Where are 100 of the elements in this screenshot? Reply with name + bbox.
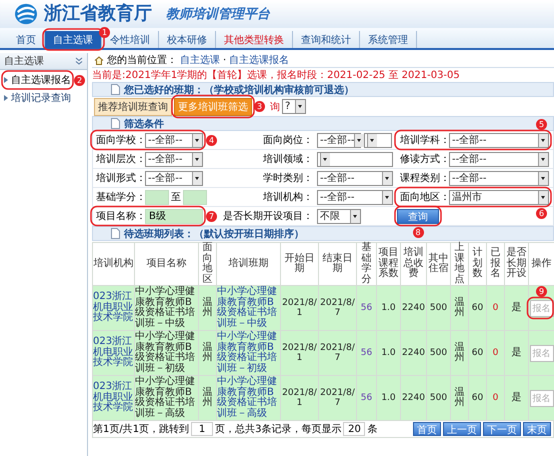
bullet-icon [4,77,8,83]
nav-tab[interactable]: 系统管理 [360,31,417,48]
table-cell: 500 [426,330,450,376]
input-field[interactable] [145,190,169,204]
double-chevron-icon[interactable] [75,57,83,65]
breadcrumb-link[interactable]: 自主选课 [180,53,220,67]
table-cell: 2021/8/7 [318,376,356,420]
table-cell: 温州 [198,330,216,376]
field-label: 面向岗位： [262,134,313,147]
field-label: 培训层次： [95,152,146,166]
table-cell: 温州 [198,376,216,420]
nav-tab[interactable]: 查询和统计 [293,31,360,48]
page-input[interactable]: 1 [191,422,214,436]
input-field[interactable] [183,190,207,204]
annotation-badge: 3 [254,101,265,112]
select-field[interactable]: ? [282,99,306,114]
table-cell: 温州 [450,286,468,330]
table-cell: 2240 [400,376,426,420]
query-tab[interactable]: 推荐培训班查询 [94,98,172,116]
table-cell: 1.0 [376,330,400,376]
table-cell: 中小学心理健康教育教师B级资格证书培训班－高级 [134,376,198,420]
table-cell: 温州 [450,330,468,376]
document-icon [111,228,120,239]
field-label: 学时类别： [262,172,313,185]
select-field[interactable]: --全部-- [145,152,203,166]
column-header: 培训机构 [92,242,134,286]
document-icon [111,84,120,95]
table-cell: 1.0 [376,286,400,330]
sidebar-title: 自主选课 [4,54,44,68]
field-label: 培训学科： [399,134,450,147]
table-cell: 2021/8/1 [280,330,318,376]
field-label: 基础学分： [95,190,146,204]
sidebar-item[interactable]: 培训记录查询 [4,91,71,105]
table-cell: 56 [356,330,376,376]
select-field[interactable]: --全部-- [145,170,203,186]
table-cell: 温州 [450,376,468,420]
select-field[interactable] [364,132,392,148]
nav-tab[interactable]: 自主选课 [45,31,102,48]
document-icon [111,118,120,129]
field-label: 面向学校： [95,134,146,147]
logo-icon [14,3,38,25]
pagination-text: 第1页/共1页，跳转到 [93,422,190,436]
select-field[interactable]: --全部-- [449,170,549,186]
table-cell: 60 [468,376,486,420]
table-cell: 是 [504,376,528,420]
table-cell: 56 [356,376,376,420]
breadcrumb-separator: · [223,54,226,66]
select-field[interactable]: --全部-- [145,132,203,148]
table-cell: 2021/8/1 [280,376,318,420]
section-title: 筛选条件 [124,118,164,130]
range-separator: 至 [171,191,181,204]
field-label: 项目名称： [95,210,146,223]
table-cell: 2021/8/7 [318,286,356,330]
pagination-text: 条 [367,423,378,436]
table-cell: 2021/8/1 [280,286,318,330]
table-cell: 2021/8/7 [318,330,356,376]
breadcrumb-link[interactable]: 自主选课报名 [229,53,290,67]
platform-subtitle: 教师培训管理平台 [166,6,270,23]
table-cell: 500 [426,376,450,420]
column-header: 是否长期开设 [504,242,528,286]
field-label: 面向地区： [399,190,450,204]
table-cell: 是 [504,286,528,330]
field-label: 培训机构： [262,190,313,204]
table-cell: 2240 [400,286,426,330]
column-header: 项目课程系数 [376,242,400,286]
select-field[interactable]: 不限 [317,208,361,224]
field-label: 课程类别： [399,172,450,185]
column-header: 基础学分 [356,242,376,286]
input-field[interactable]: B级 [145,208,203,224]
column-header: 操作 [528,242,554,286]
table-cell: 1.0 [376,376,400,420]
annotation-badge: 7 [206,210,217,222]
column-header: 项目名称 [134,242,198,286]
select-field[interactable]: --全部-- [317,132,361,148]
sidebar-item[interactable]: 自主选课报名 [4,73,71,87]
field-label: 是否长期开设项目： [222,210,313,223]
location-label: 您的当前位置： [107,54,177,67]
select-field[interactable]: --全部-- [449,152,549,166]
annotation-badge: 6 [536,208,547,218]
pagination-text: 页，总共3条记录，每页显示 [215,422,342,436]
nav-tab[interactable]: 其他类型转换 [216,31,293,48]
annotation-badge: 4 [206,134,217,146]
select-field[interactable]: 温州市 [449,190,549,204]
annotation-outline [42,28,105,51]
table-cell: 温州 [198,286,216,330]
table-cell: 60 [468,286,486,330]
select-field[interactable]: --全部-- [317,170,393,186]
select-field[interactable]: --全部-- [317,190,393,204]
nav-tab[interactable]: 校本研修 [159,31,216,48]
field-label: 培训形式： [95,172,146,185]
select-field[interactable] [317,152,393,166]
notice-text: 当前是:2021学年1学期的【首轮】选课，报名时段：2021-02-25 至 2021-03-05 [92,69,461,82]
home-icon [94,56,104,64]
table-cell: 0 [486,376,504,420]
page-size-input[interactable]: 20 [343,422,366,436]
column-header: 其中住宿 [426,242,450,286]
column-header: 计划数 [468,242,486,286]
select-field[interactable]: --全部-- [449,132,549,148]
column-header: 上课地点 [450,242,468,286]
search-button[interactable]: 查询 [397,208,439,224]
